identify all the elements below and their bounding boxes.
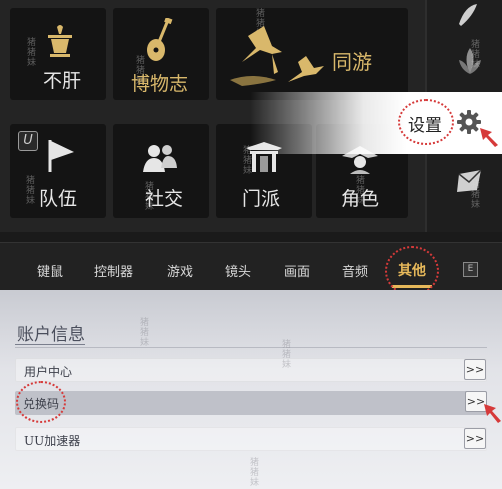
tab-audio[interactable]: 音频 (342, 261, 368, 280)
u-badge: U (18, 131, 38, 151)
watermark: 猪猪妹 (27, 38, 37, 68)
pipa-icon (147, 18, 173, 61)
tab-game[interactable]: 游戏 (167, 261, 193, 280)
tile-together[interactable]: 猪猪妹 同游 (216, 8, 408, 100)
tab-graphics[interactable]: 画面 (284, 261, 310, 280)
section-underline (15, 344, 85, 345)
tile-museum[interactable]: 猪猪妹 博物志 (113, 8, 209, 100)
tile-label: 不肝 (43, 70, 82, 92)
tea-bowl-icon (48, 25, 72, 57)
tab-controller[interactable]: 控制器 (94, 261, 133, 280)
watermark: 猪猪妹 (471, 180, 481, 210)
watermark: 猪猪妹 (26, 176, 36, 206)
row-label: 用户中心 (24, 365, 73, 379)
annotation-circle (398, 99, 454, 145)
watermark: 猪猪妹 (140, 318, 150, 348)
game-menu: 猪猪妹 不肝 猪猪妹 博物志 猪猪妹 同游 猪猪妹 (0, 0, 502, 232)
pointer-arrow-icon (484, 404, 501, 423)
tab-keyboard-mouse[interactable]: 键鼠 (37, 261, 63, 280)
row-user-center[interactable]: 用户中心 >> (15, 358, 487, 382)
tile-label: 同游 (332, 50, 372, 74)
tab-camera[interactable]: 镜头 (225, 261, 251, 280)
user-center-open-button[interactable]: >> (464, 359, 486, 380)
row-uu-accelerator[interactable]: UU加速器 >> (15, 427, 487, 451)
row-label: UU加速器 (24, 434, 81, 448)
annotation-circle (16, 381, 66, 423)
watermark: 猪猪妹 (282, 340, 292, 370)
tile-label: 队伍 (39, 188, 78, 210)
people-icon (143, 145, 177, 172)
pointer-arrow-icon (480, 128, 498, 147)
tile-label: 门派 (242, 188, 281, 210)
divider (15, 347, 487, 348)
flag-icon (48, 140, 74, 172)
uu-accelerator-open-button[interactable]: >> (464, 428, 486, 449)
tile-label: 社交 (145, 188, 184, 210)
tile-label: 角色 (341, 188, 380, 210)
watermark: 猪猪妹 (471, 40, 481, 70)
annotation-circle (385, 246, 439, 296)
tile-social[interactable]: 猪猪妹 社交 (113, 124, 209, 218)
row-redeem-code[interactable]: 兑换码 >> (15, 391, 487, 415)
tile-label: 博物志 (131, 73, 189, 95)
section-title: 账户信息 (17, 325, 85, 345)
watermark: 猪猪妹 (250, 458, 260, 488)
quill-icon (459, 4, 477, 26)
cranes-icon (230, 26, 324, 86)
tile-bugan[interactable]: 猪猪妹 不肝 (10, 8, 106, 100)
next-tab-key-badge[interactable]: E (463, 262, 478, 277)
